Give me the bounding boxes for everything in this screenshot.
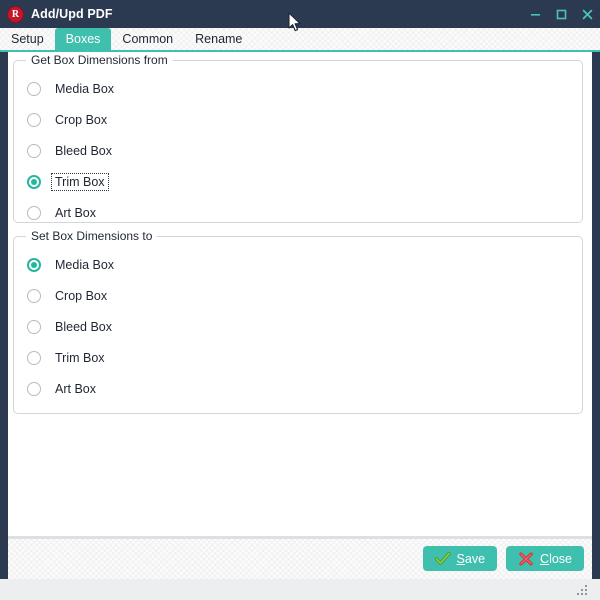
footer-bar: Save Close [8, 539, 592, 579]
save-button[interactable]: Save [422, 546, 498, 571]
group-set-box-dimensions: Set Box Dimensions to Media Box Crop Box… [13, 229, 583, 414]
minimize-icon[interactable] [522, 0, 548, 28]
tab-rename[interactable]: Rename [184, 28, 253, 50]
radio-label-get-crop-box: Crop Box [55, 112, 108, 127]
radio-icon-set-bleed-box[interactable] [27, 319, 41, 334]
green-check-icon [434, 551, 451, 566]
close-button[interactable]: Close [506, 546, 584, 571]
application-window: Add/Upd PDF Setup Boxes Common Rena [0, 0, 600, 600]
radio-row-get-art-box[interactable]: Art Box [14, 197, 582, 228]
radio-icon-get-crop-box[interactable] [27, 112, 41, 127]
tab-boxes[interactable]: Boxes [54, 28, 112, 50]
red-x-icon [518, 552, 534, 566]
save-accel: S [456, 551, 465, 566]
radio-icon-get-trim-box[interactable] [27, 174, 41, 189]
radio-label-get-trim-box: Trim Box [51, 172, 109, 191]
group-get-box-dimensions: Get Box Dimensions from Media Box Crop B… [13, 53, 583, 223]
title-bar: Add/Upd PDF [0, 0, 600, 28]
status-strip [0, 579, 600, 600]
close-button-label: Close [540, 552, 572, 566]
radio-row-set-art-box[interactable]: Art Box [14, 373, 582, 404]
radio-row-get-media-box[interactable]: Media Box [14, 73, 582, 104]
radio-label-set-art-box: Art Box [55, 381, 96, 396]
window-title: Add/Upd PDF [31, 7, 113, 21]
group-title-get: Get Box Dimensions from [26, 53, 173, 67]
close-accel: C [540, 551, 550, 566]
radio-row-set-trim-box[interactable]: Trim Box [14, 342, 582, 373]
radio-icon-set-trim-box[interactable] [27, 350, 41, 365]
radio-label-get-bleed-box: Bleed Box [55, 143, 112, 158]
close-rest: lose [549, 551, 572, 566]
radio-icon-get-bleed-box[interactable] [27, 143, 41, 158]
radio-label-set-media-box: Media Box [55, 257, 115, 272]
tab-bar: Setup Boxes Common Rename [0, 28, 600, 50]
r-logo-icon [8, 6, 23, 22]
radio-label-set-bleed-box: Bleed Box [55, 319, 112, 334]
radio-row-get-bleed-box[interactable]: Bleed Box [14, 135, 582, 166]
radio-group-set: Media Box Crop Box Bleed Box Trim Box Ar… [14, 237, 582, 404]
radio-row-set-crop-box[interactable]: Crop Box [14, 280, 582, 311]
radio-icon-set-media-box[interactable] [27, 257, 41, 272]
save-button-label: Save [457, 552, 486, 566]
radio-label-set-trim-box: Trim Box [55, 350, 105, 365]
tab-common[interactable]: Common [111, 28, 184, 50]
radio-row-set-media-box[interactable]: Media Box [14, 249, 582, 280]
radio-label-set-crop-box: Crop Box [55, 288, 108, 303]
radio-row-get-trim-box[interactable]: Trim Box [14, 166, 582, 197]
radio-icon-set-crop-box[interactable] [27, 288, 41, 303]
tab-setup[interactable]: Setup [0, 28, 55, 50]
radio-label-get-media-box: Media Box [55, 81, 115, 96]
close-icon[interactable] [574, 0, 600, 28]
radio-icon-set-art-box[interactable] [27, 381, 41, 396]
radio-label-get-art-box: Art Box [55, 205, 96, 220]
footer-button-group: Save Close [422, 546, 584, 571]
resize-grip-icon[interactable] [577, 585, 588, 596]
radio-row-get-crop-box[interactable]: Crop Box [14, 104, 582, 135]
radio-icon-get-art-box[interactable] [27, 205, 41, 220]
save-rest: ave [464, 551, 486, 566]
maximize-icon[interactable] [548, 0, 574, 28]
group-title-set: Set Box Dimensions to [26, 229, 158, 243]
radio-row-set-bleed-box[interactable]: Bleed Box [14, 311, 582, 342]
tab-panel-boxes: Get Box Dimensions from Media Box Crop B… [8, 52, 592, 536]
window-controls [522, 0, 600, 28]
radio-group-get: Media Box Crop Box Bleed Box Trim Box Ar… [14, 61, 582, 228]
radio-icon-get-media-box[interactable] [27, 81, 41, 96]
